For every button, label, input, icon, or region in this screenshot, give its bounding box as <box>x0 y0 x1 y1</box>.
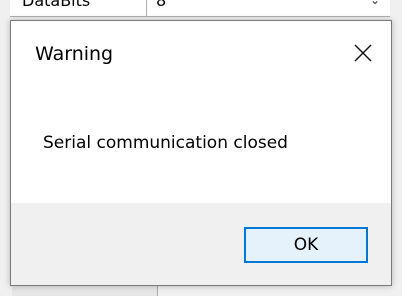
ok-button-label: OK <box>293 235 319 255</box>
ok-button[interactable]: OK <box>244 227 368 263</box>
chevron-down-icon[interactable]: ⌄ <box>370 0 380 7</box>
dialog-message: Serial communication closed <box>43 133 288 153</box>
row-divider <box>146 0 147 16</box>
parent-bottom-cell <box>12 286 158 296</box>
close-icon <box>354 44 372 62</box>
dialog-title: Warning <box>35 43 114 65</box>
dialog-footer: OK <box>11 203 391 285</box>
warning-dialog: Warning Serial communication closed OK <box>10 20 392 286</box>
close-button[interactable] <box>345 35 381 71</box>
databits-select[interactable]: 8 <box>156 0 166 10</box>
databits-label: DataBits <box>22 0 91 10</box>
